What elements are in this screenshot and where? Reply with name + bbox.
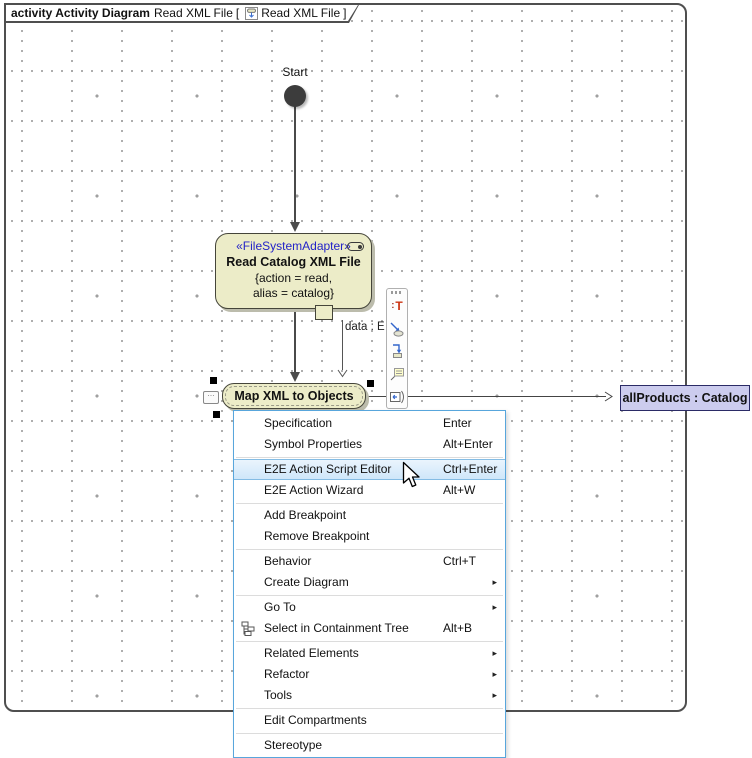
menu-item-select-in-containment-tree[interactable]: Select in Containment Tree Alt+B [234,618,505,639]
menu-separator [236,457,503,458]
initial-node[interactable] [284,85,306,107]
submenu-arrow-icon: ▸ [492,685,497,706]
menu-item-edit-compartments[interactable]: Edit Compartments [234,710,505,731]
ref-bracket-open: [ [236,6,239,20]
note-link-icon[interactable] [387,363,407,386]
menu-item-remove-breakpoint[interactable]: Remove Breakpoint [234,526,505,547]
nested-link-icon[interactable] [387,385,407,408]
menu-item-label: Behavior [264,554,311,568]
menu-separator [236,595,503,596]
menu-item-label: Edit Compartments [264,713,367,727]
menu-item-shortcut: Alt+Enter [443,434,493,455]
menu-separator [236,549,503,550]
submenu-arrow-icon: ▸ [492,643,497,664]
menu-item-label: Stereotype [264,738,322,752]
diagram-header-tab[interactable]: activity Activity Diagram Read XML File … [4,3,360,23]
context-menu: Specification Enter Symbol Properties Alt+E… [233,410,506,758]
action-node-read-catalog[interactable]: «FileSystemAdapter» Read Catalog XML Fil… [215,233,372,309]
mouse-cursor-icon [402,461,421,490]
selection-handle[interactable] [210,377,217,384]
menu-item-label: Add Breakpoint [264,508,346,522]
constraint-line-2: alias = catalog} [253,286,334,301]
menu-item-symbol-properties[interactable]: Symbol Properties Alt+Enter [234,434,505,455]
menu-item-label: Tools [264,688,292,702]
menu-item-tools[interactable]: Tools ▸ [234,685,505,706]
menu-item-refactor[interactable]: Refactor ▸ [234,664,505,685]
start-node-label: Start [270,65,320,79]
menu-item-shortcut: Ctrl+Enter [443,460,497,479]
edit-name-button[interactable]: ⋯ [203,391,219,404]
menu-item-shortcut: Alt+W [443,480,475,501]
menu-item-related-elements[interactable]: Related Elements ▸ [234,643,505,664]
menu-item-e2e-action-script-editor[interactable]: E2E Action Script Editor Ctrl+Enter [234,459,505,480]
rake-indicator-icon [347,242,364,251]
open-arrowhead-icon [604,391,614,402]
object-flow-data[interactable] [342,320,343,370]
menu-item-create-diagram[interactable]: Create Diagram ▸ [234,572,505,593]
output-pin[interactable] [315,305,333,320]
object-node-allproducts[interactable]: allProducts : Catalog [620,385,750,411]
control-flow-adapter-to-map[interactable] [294,308,296,372]
menu-separator [236,733,503,734]
menu-item-go-to[interactable]: Go To ▸ [234,597,505,618]
menu-item-label: E2E Action Script Editor [264,462,391,476]
menu-item-label: Refactor [264,667,309,681]
menu-item-label: Related Elements [264,646,359,660]
action-name-label: Read Catalog XML File [226,254,361,271]
menu-item-label: Select in Containment Tree [264,621,409,635]
object-flow-to-node-icon[interactable] [387,318,407,341]
control-flow-start-to-adapter[interactable] [294,106,296,223]
diagram-kind-label: activity Activity Diagram [11,6,150,20]
menu-item-label: Create Diagram [264,575,349,589]
menu-item-label: E2E Action Wizard [264,483,363,497]
object-node-label: allProducts : Catalog [622,391,747,405]
menu-item-e2e-action-wizard[interactable]: E2E Action Wizard Alt+W [234,480,505,501]
menu-item-shortcut: Enter [443,413,472,434]
menu-separator [236,641,503,642]
menu-item-shortcut: Ctrl+T [443,551,476,572]
menu-item-stereotype[interactable]: Stereotype [234,735,505,756]
diagram-name-label: Read XML File [154,6,233,20]
ref-diagram-name: Read XML File [261,6,340,20]
arrowhead-icon [290,372,300,382]
containment-tree-icon [241,621,256,636]
action-node-map-xml[interactable]: Map XML to Objects [222,383,366,409]
stereotype-label: «FileSystemAdapter» [236,239,351,254]
control-flow-to-action-icon[interactable] [387,340,407,363]
action-name-label: Map XML to Objects [234,389,353,403]
menu-item-label: Go To [264,600,296,614]
smart-manipulator-toolbar[interactable]: :T [386,288,408,409]
selection-handle[interactable] [367,380,374,387]
menu-separator [236,708,503,709]
menu-item-label: Remove Breakpoint [264,529,369,543]
submenu-arrow-icon: ▸ [492,572,497,593]
menu-item-add-breakpoint[interactable]: Add Breakpoint [234,505,505,526]
menu-item-label: Symbol Properties [264,437,362,451]
menu-item-specification[interactable]: Specification Enter [234,413,505,434]
menu-item-label: Specification [264,416,332,430]
submenu-arrow-icon: ▸ [492,664,497,685]
text-label-icon[interactable]: :T [387,295,407,318]
menu-separator [236,503,503,504]
ref-bracket-close: ] [343,6,346,20]
constraint-line-1: {action = read, [255,271,332,286]
object-flow-label: data : E [345,321,385,333]
app-window: { "header": { "keyword_and_type": "activ… [0,0,752,758]
arrowhead-icon [290,222,300,232]
selection-handle[interactable] [213,411,220,418]
menu-item-shortcut: Alt+B [443,618,472,639]
menu-item-behavior[interactable]: Behavior Ctrl+T [234,551,505,572]
open-arrowhead-icon [337,369,348,378]
toolbar-grip-icon[interactable] [391,291,403,294]
submenu-arrow-icon: ▸ [492,597,497,618]
activity-diagram-icon [245,7,258,20]
